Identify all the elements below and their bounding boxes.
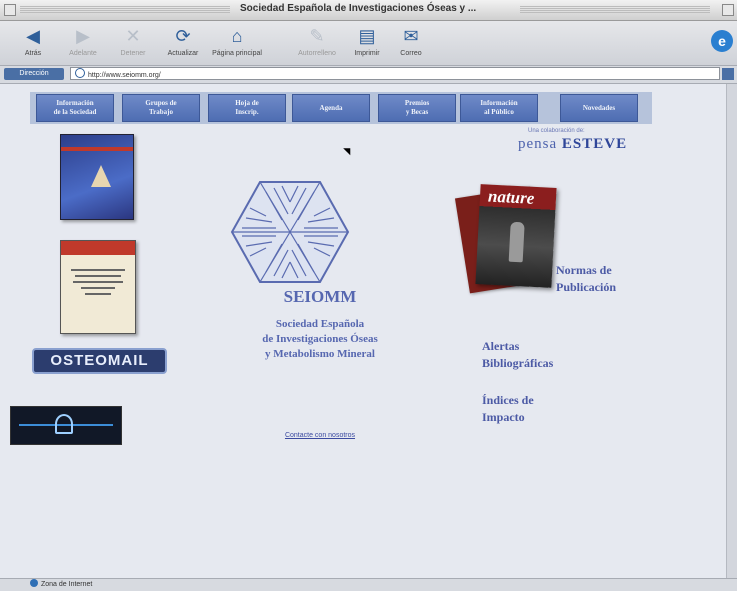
subtitle-line-3: y Metabolismo Mineral bbox=[265, 348, 375, 360]
stop-icon: ✕ bbox=[125, 26, 141, 46]
forward-button[interactable]: ▶ Adelante bbox=[58, 23, 108, 57]
alertas-bibliograficas-link[interactable]: Alertas Bibliográficas bbox=[482, 338, 553, 372]
status-text: Zona de Internet bbox=[41, 581, 93, 588]
home-button-label: Página principal bbox=[212, 50, 262, 57]
collaboration-brand: pensa ESTEVE bbox=[518, 136, 638, 153]
book-cover-link-2[interactable] bbox=[60, 240, 136, 334]
nav-item-informacion-sociedad[interactable]: Información de la Sociedad bbox=[36, 94, 114, 122]
alertas-line-1: Alertas bbox=[482, 339, 520, 353]
forward-arrow-icon: ▶ bbox=[76, 26, 90, 46]
close-window-button[interactable] bbox=[4, 4, 16, 16]
contact-link[interactable]: Contacte con nosotros bbox=[200, 432, 440, 439]
url-input[interactable]: http://www.seiomm.org/ bbox=[70, 67, 720, 80]
refresh-button-label: Actualizar bbox=[167, 50, 199, 57]
indices-line-2: Impacto bbox=[482, 410, 525, 424]
stop-button[interactable]: ✕ Detener bbox=[108, 23, 158, 57]
journal-masthead: nature bbox=[487, 186, 535, 208]
home-icon: ⌂ bbox=[231, 26, 243, 46]
mail-icon: ✉ bbox=[403, 26, 419, 46]
browser-logo-icon: e bbox=[711, 30, 733, 52]
home-button[interactable]: ⌂ Página principal bbox=[212, 23, 262, 57]
nav-item-agenda[interactable]: Agenda bbox=[292, 94, 370, 122]
address-bar: Dirección http://www.seiomm.org/ bbox=[0, 66, 737, 84]
forward-button-label: Adelante bbox=[69, 50, 97, 57]
window-title: Sociedad Española de Investigaciones Óse… bbox=[240, 3, 477, 14]
alertas-line-2: Bibliográficas bbox=[482, 356, 554, 370]
figure-graphic bbox=[55, 414, 73, 434]
nav-item-informacion-publico[interactable]: Información al Público bbox=[460, 94, 538, 122]
site-brand-subtitle: Sociedad Española de Investigaciones Óse… bbox=[200, 317, 440, 362]
go-button[interactable] bbox=[722, 68, 734, 80]
nav-item-grupos-trabajo[interactable]: Grupos de Trabajo bbox=[122, 94, 200, 122]
collaboration-logo[interactable]: Una colaboración de: pensa ESTEVE bbox=[518, 128, 638, 153]
cover-text-lines bbox=[61, 255, 135, 295]
site-brand-title: SEIOMM bbox=[283, 287, 357, 306]
subtitle-line-2: de Investigaciones Óseas bbox=[262, 333, 378, 345]
nav-item-hoja-inscripcion[interactable]: Hoja de Inscrip. bbox=[208, 94, 286, 122]
window-titlebar: Sociedad Española de Investigaciones Óse… bbox=[0, 0, 737, 21]
nature-journal-link[interactable]: nature bbox=[454, 184, 560, 294]
nav-item-novedades[interactable]: Novedades bbox=[560, 94, 638, 122]
nav-item-premios-becas[interactable]: Premios y Becas bbox=[378, 94, 456, 122]
back-button[interactable]: ◀ Atrás bbox=[8, 23, 58, 57]
url-text: http://www.seiomm.org/ bbox=[88, 72, 161, 79]
collab-brand-main: ESTEVE bbox=[561, 136, 628, 152]
browser-toolbar: ◀ Atrás ▶ Adelante ✕ Detener ⟳ Actualizar ⌂ P… bbox=[0, 21, 737, 66]
indices-impacto-link[interactable]: Índices de Impacto bbox=[482, 392, 534, 426]
print-button-label: Imprimir bbox=[354, 50, 380, 57]
autofill-button[interactable]: ✎ Autorrelleno bbox=[292, 23, 342, 57]
stop-button-label: Detener bbox=[120, 50, 146, 57]
titlebar-stripes bbox=[520, 6, 710, 14]
back-button-label: Atrás bbox=[24, 50, 42, 57]
collab-brand-prefix: pensa bbox=[518, 136, 558, 152]
cover-header-band bbox=[61, 241, 135, 255]
autofill-button-label: Autorrelleno bbox=[298, 50, 336, 57]
titlebar-stripes bbox=[20, 6, 230, 14]
subtitle-line-1: Sociedad Española bbox=[275, 318, 365, 330]
osteomail-banner-link[interactable]: OSTEOMAIL bbox=[32, 348, 167, 374]
book-cover-link-1[interactable] bbox=[60, 134, 134, 220]
refresh-button[interactable]: ⟳ Actualizar bbox=[158, 23, 208, 57]
right-scrollbar[interactable] bbox=[726, 84, 737, 578]
autofill-icon: ✎ bbox=[309, 26, 325, 46]
mail-button[interactable]: ✉ Correo bbox=[386, 23, 436, 57]
zoom-window-button[interactable] bbox=[722, 4, 734, 16]
print-button[interactable]: ▤ Imprimir bbox=[342, 23, 392, 57]
mail-button-label: Correo bbox=[400, 50, 422, 57]
journal-front-cover: nature bbox=[475, 184, 557, 288]
print-icon: ▤ bbox=[358, 26, 376, 46]
seiomm-logo bbox=[230, 181, 350, 283]
collaboration-caption: Una colaboración de: bbox=[528, 128, 585, 134]
page-content: Información de la Sociedad Grupos de Tra… bbox=[0, 84, 737, 578]
status-bar: Zona de Internet bbox=[0, 578, 737, 591]
cover-statue-image bbox=[508, 221, 525, 263]
back-arrow-icon: ◀ bbox=[26, 26, 40, 46]
address-label: Dirección bbox=[4, 68, 64, 80]
sail-image bbox=[91, 165, 111, 187]
refresh-icon: ⟳ bbox=[175, 26, 191, 46]
page-icon bbox=[75, 68, 85, 78]
normas-line-2: Publicación bbox=[556, 280, 617, 294]
indices-line-1: Índices de bbox=[482, 393, 534, 407]
normas-publicacion-link[interactable]: Normas de Publicación bbox=[556, 262, 616, 296]
normas-line-1: Normas de bbox=[556, 263, 612, 277]
cover-stripe bbox=[61, 147, 133, 151]
dark-banner-link[interactable] bbox=[10, 406, 122, 445]
internet-zone-icon bbox=[30, 579, 38, 587]
main-nav: Información de la Sociedad Grupos de Tra… bbox=[30, 92, 652, 124]
